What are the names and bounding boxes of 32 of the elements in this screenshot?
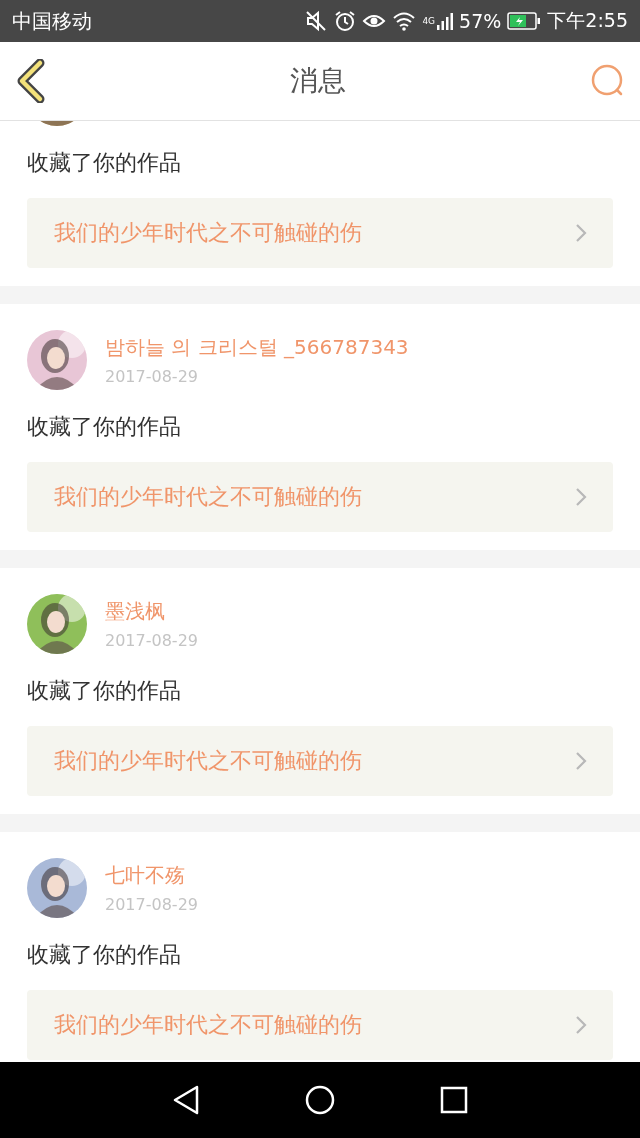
chevron-right-icon xyxy=(575,751,587,771)
work-link[interactable]: 我们的少年时代之不可触碰的伤 xyxy=(27,462,613,532)
back-nav-icon[interactable] xyxy=(172,1085,201,1115)
message-date: 2017-08-29 xyxy=(105,895,198,914)
alarm-icon xyxy=(334,10,357,32)
wifi-icon xyxy=(392,11,417,31)
message-text: 收藏了你的作品 xyxy=(27,413,182,441)
back-button[interactable] xyxy=(16,59,46,103)
home-nav-icon[interactable] xyxy=(305,1085,335,1115)
work-link[interactable]: 我们的少年时代之不可触碰的伤 xyxy=(27,990,613,1060)
page-title: 消息 xyxy=(290,63,346,99)
message-text: 收藏了你的作品 xyxy=(27,149,182,177)
chevron-right-icon xyxy=(575,1015,587,1035)
user-name[interactable]: 七叶不殇 xyxy=(105,862,198,889)
clock: 下午2:55 xyxy=(547,8,628,33)
signal-icon xyxy=(437,12,454,30)
battery-icon xyxy=(507,12,542,30)
carrier-name: 中国移动 xyxy=(12,7,92,35)
user-name[interactable]: 墨浅枫 xyxy=(105,598,198,625)
chevron-right-icon xyxy=(575,223,587,243)
message-text: 收藏了你的作品 xyxy=(27,941,182,969)
work-link[interactable]: 我们的少年时代之不可触碰的伤 xyxy=(27,198,613,268)
network-label: 4G xyxy=(422,16,436,26)
message-date: 2017-08-29 xyxy=(105,367,199,386)
message-text: 收藏了你的作品 xyxy=(27,677,182,705)
chevron-right-icon xyxy=(575,487,587,507)
user-name[interactable]: 밤하늘 의 크리스털 _566787343 xyxy=(105,334,409,361)
battery-percent: 57% xyxy=(459,10,502,32)
work-link[interactable]: 我们的少年时代之不可触碰的伤 xyxy=(27,726,613,796)
eye-icon xyxy=(362,12,387,30)
recents-nav-icon[interactable] xyxy=(439,1086,468,1114)
message-date: 2017-08-29 xyxy=(105,631,198,650)
